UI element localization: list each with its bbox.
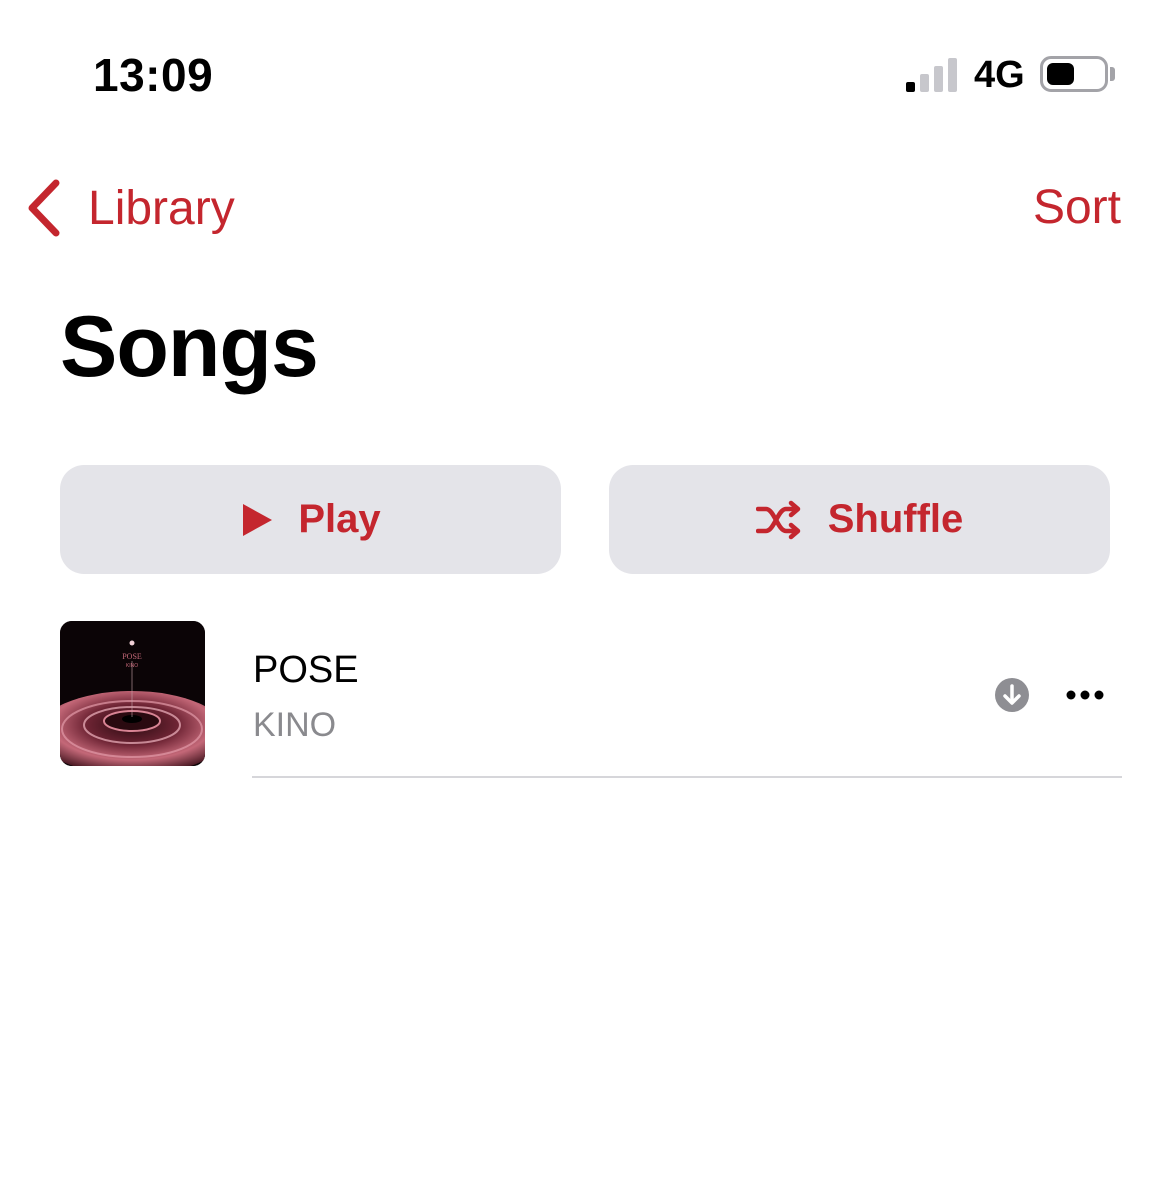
battery-fill <box>1047 63 1074 85</box>
song-artist: KINO <box>253 706 337 744</box>
song-row[interactable]: POSE KINO POSE KINO <box>60 621 1122 778</box>
play-button-label: Play <box>298 497 381 541</box>
signal-bar <box>948 58 957 92</box>
back-button[interactable]: Library <box>24 176 235 240</box>
page-title: Songs <box>60 299 319 395</box>
row-divider <box>252 776 1122 778</box>
artwork-title: POSE <box>122 652 142 661</box>
ellipsis-icon[interactable] <box>1065 683 1105 707</box>
chevron-left-icon <box>28 179 60 237</box>
album-artwork: POSE KINO <box>60 621 205 766</box>
signal-strength-icon <box>906 56 960 92</box>
network-type: 4G <box>974 54 1025 96</box>
artwork-subtitle: KINO <box>126 663 138 669</box>
battery-cap <box>1110 67 1115 81</box>
shuffle-button[interactable]: Shuffle <box>609 465 1110 574</box>
play-icon <box>243 503 273 536</box>
play-button[interactable]: Play <box>60 465 561 574</box>
signal-bar <box>906 82 915 92</box>
shuffle-button-label: Shuffle <box>827 497 964 541</box>
song-title: POSE <box>253 649 359 691</box>
songs-screen: 13:09 4G Library Sort Songs Play Shuffle… <box>0 0 1169 1191</box>
download-icon[interactable] <box>995 678 1029 712</box>
signal-bar <box>934 66 943 92</box>
sort-button[interactable]: Sort <box>1033 180 1121 235</box>
shuffle-icon <box>755 500 800 539</box>
status-time: 13:09 <box>93 49 214 101</box>
battery-icon <box>1040 56 1108 92</box>
signal-bar <box>920 74 929 92</box>
back-button-label: Library <box>88 181 235 235</box>
